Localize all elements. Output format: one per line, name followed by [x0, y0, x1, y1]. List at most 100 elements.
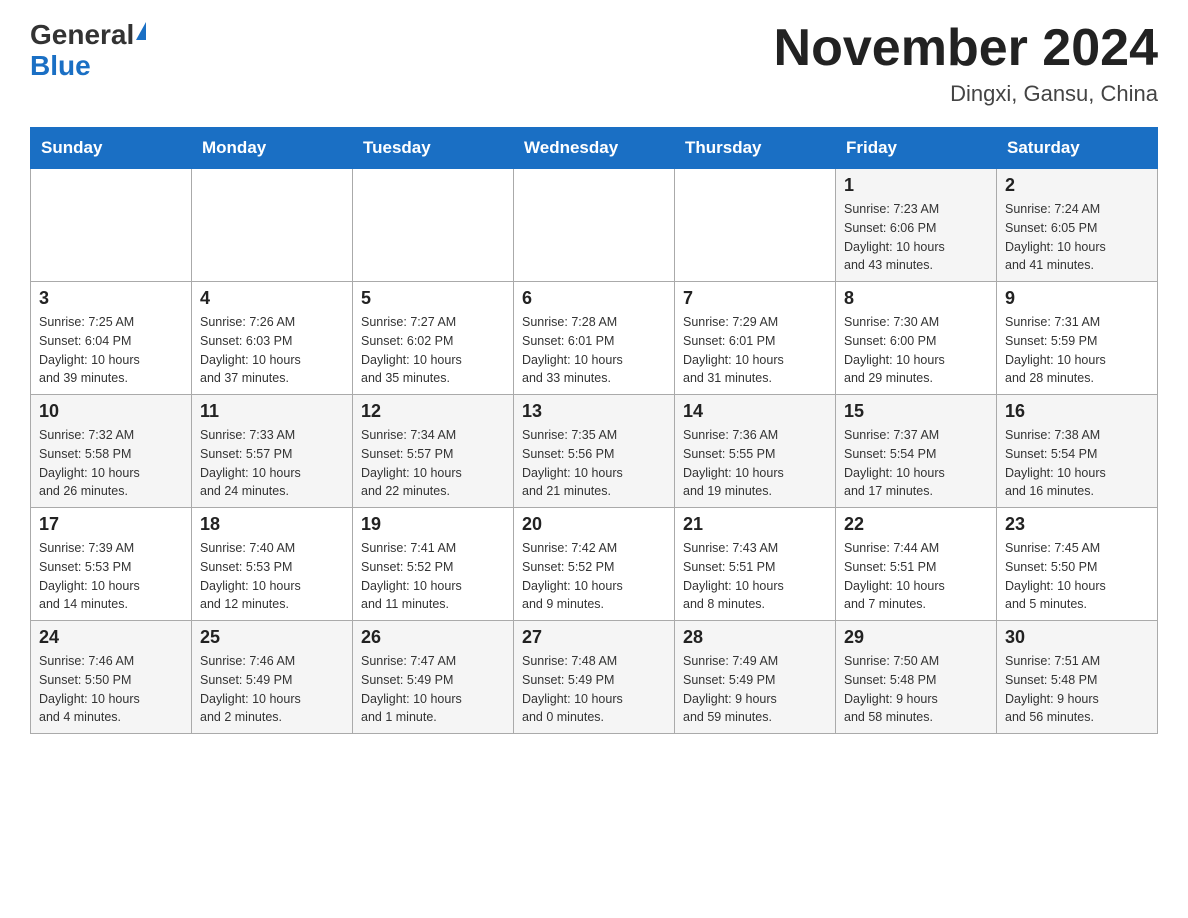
day-number: 30: [1005, 627, 1149, 648]
day-info: Sunrise: 7:25 AM Sunset: 6:04 PM Dayligh…: [39, 313, 183, 388]
day-info: Sunrise: 7:38 AM Sunset: 5:54 PM Dayligh…: [1005, 426, 1149, 501]
calendar-cell: 10 Sunrise: 7:32 AM Sunset: 5:58 PM Dayli…: [31, 395, 192, 508]
calendar-cell: 4Sunrise: 7:26 AM Sunset: 6:03 PM Daylig…: [192, 282, 353, 395]
day-info: Sunrise: 7:36 AM Sunset: 5:55 PM Dayligh…: [683, 426, 827, 501]
day-number: 14: [683, 401, 827, 422]
day-info: Sunrise: 7:28 AM Sunset: 6:01 PM Dayligh…: [522, 313, 666, 388]
day-info: Sunrise: 7:45 AM Sunset: 5:50 PM Dayligh…: [1005, 539, 1149, 614]
day-number: 13: [522, 401, 666, 422]
logo-triangle-icon: [136, 22, 146, 40]
day-number: 27: [522, 627, 666, 648]
calendar-cell: [514, 169, 675, 282]
day-info: Sunrise: 7:42 AM Sunset: 5:52 PM Dayligh…: [522, 539, 666, 614]
calendar-cell: 19 Sunrise: 7:41 AM Sunset: 5:52 PM Dayli…: [353, 508, 514, 621]
calendar-cell: 1Sunrise: 7:23 AM Sunset: 6:06 PM Daylig…: [836, 169, 997, 282]
day-number: 8: [844, 288, 988, 309]
weekday-header-sunday: Sunday: [31, 128, 192, 169]
day-number: 10: [39, 401, 183, 422]
day-info: Sunrise: 7:51 AM Sunset: 5:48 PM Dayligh…: [1005, 652, 1149, 727]
day-number: 25: [200, 627, 344, 648]
day-info: Sunrise: 7:46 AM Sunset: 5:49 PM Dayligh…: [200, 652, 344, 727]
month-title: November 2024: [774, 20, 1158, 77]
calendar-cell: 24 Sunrise: 7:46 AM Sunset: 5:50 PM Dayli…: [31, 621, 192, 734]
calendar-cell: 2 Sunrise: 7:24 AM Sunset: 6:05 PM Daylig…: [997, 169, 1158, 282]
day-number: 19: [361, 514, 505, 535]
calendar-cell: [353, 169, 514, 282]
day-info: Sunrise: 7:48 AM Sunset: 5:49 PM Dayligh…: [522, 652, 666, 727]
day-number: 9: [1005, 288, 1149, 309]
day-info: Sunrise: 7:43 AM Sunset: 5:51 PM Dayligh…: [683, 539, 827, 614]
location-title: Dingxi, Gansu, China: [774, 81, 1158, 107]
day-number: 7: [683, 288, 827, 309]
day-info: Sunrise: 7:34 AM Sunset: 5:57 PM Dayligh…: [361, 426, 505, 501]
calendar-cell: [675, 169, 836, 282]
day-number: 6: [522, 288, 666, 309]
weekday-header-saturday: Saturday: [997, 128, 1158, 169]
calendar-cell: 13 Sunrise: 7:35 AM Sunset: 5:56 PM Dayli…: [514, 395, 675, 508]
calendar-cell: 22 Sunrise: 7:44 AM Sunset: 5:51 PM Dayli…: [836, 508, 997, 621]
day-info: Sunrise: 7:41 AM Sunset: 5:52 PM Dayligh…: [361, 539, 505, 614]
day-number: 22: [844, 514, 988, 535]
calendar-week-row: 17Sunrise: 7:39 AM Sunset: 5:53 PM Dayli…: [31, 508, 1158, 621]
calendar-cell: 3 Sunrise: 7:25 AM Sunset: 6:04 PM Daylig…: [31, 282, 192, 395]
calendar-cell: 7Sunrise: 7:29 AM Sunset: 6:01 PM Daylig…: [675, 282, 836, 395]
calendar-cell: 5 Sunrise: 7:27 AM Sunset: 6:02 PM Daylig…: [353, 282, 514, 395]
day-number: 24: [39, 627, 183, 648]
day-number: 26: [361, 627, 505, 648]
day-number: 18: [200, 514, 344, 535]
day-number: 29: [844, 627, 988, 648]
day-info: Sunrise: 7:39 AM Sunset: 5:53 PM Dayligh…: [39, 539, 183, 614]
logo-general-text: General: [30, 20, 134, 51]
day-info: Sunrise: 7:31 AM Sunset: 5:59 PM Dayligh…: [1005, 313, 1149, 388]
calendar-cell: [192, 169, 353, 282]
day-number: 15: [844, 401, 988, 422]
day-info: Sunrise: 7:33 AM Sunset: 5:57 PM Dayligh…: [200, 426, 344, 501]
day-number: 2: [1005, 175, 1149, 196]
calendar-week-row: 10 Sunrise: 7:32 AM Sunset: 5:58 PM Dayli…: [31, 395, 1158, 508]
calendar-cell: 15 Sunrise: 7:37 AM Sunset: 5:54 PM Dayli…: [836, 395, 997, 508]
calendar-cell: 16 Sunrise: 7:38 AM Sunset: 5:54 PM Dayli…: [997, 395, 1158, 508]
calendar-week-row: 1Sunrise: 7:23 AM Sunset: 6:06 PM Daylig…: [31, 169, 1158, 282]
day-info: Sunrise: 7:35 AM Sunset: 5:56 PM Dayligh…: [522, 426, 666, 501]
day-number: 3: [39, 288, 183, 309]
calendar-week-row: 24 Sunrise: 7:46 AM Sunset: 5:50 PM Dayli…: [31, 621, 1158, 734]
day-number: 4: [200, 288, 344, 309]
day-number: 20: [522, 514, 666, 535]
day-info: Sunrise: 7:47 AM Sunset: 5:49 PM Dayligh…: [361, 652, 505, 727]
day-info: Sunrise: 7:27 AM Sunset: 6:02 PM Dayligh…: [361, 313, 505, 388]
page-header: General Blue November 2024 Dingxi, Gansu…: [30, 20, 1158, 107]
day-info: Sunrise: 7:44 AM Sunset: 5:51 PM Dayligh…: [844, 539, 988, 614]
weekday-header-thursday: Thursday: [675, 128, 836, 169]
calendar-cell: 23 Sunrise: 7:45 AM Sunset: 5:50 PM Dayli…: [997, 508, 1158, 621]
day-number: 16: [1005, 401, 1149, 422]
calendar-cell: 14 Sunrise: 7:36 AM Sunset: 5:55 PM Dayli…: [675, 395, 836, 508]
calendar-table: SundayMondayTuesdayWednesdayThursdayFrid…: [30, 127, 1158, 734]
day-info: Sunrise: 7:37 AM Sunset: 5:54 PM Dayligh…: [844, 426, 988, 501]
weekday-header-monday: Monday: [192, 128, 353, 169]
day-info: Sunrise: 7:24 AM Sunset: 6:05 PM Dayligh…: [1005, 200, 1149, 275]
calendar-cell: 29 Sunrise: 7:50 AM Sunset: 5:48 PM Dayli…: [836, 621, 997, 734]
day-info: Sunrise: 7:46 AM Sunset: 5:50 PM Dayligh…: [39, 652, 183, 727]
calendar-cell: 20 Sunrise: 7:42 AM Sunset: 5:52 PM Dayli…: [514, 508, 675, 621]
title-area: November 2024 Dingxi, Gansu, China: [774, 20, 1158, 107]
day-info: Sunrise: 7:49 AM Sunset: 5:49 PM Dayligh…: [683, 652, 827, 727]
calendar-cell: 11Sunrise: 7:33 AM Sunset: 5:57 PM Dayli…: [192, 395, 353, 508]
day-number: 28: [683, 627, 827, 648]
logo: General Blue: [30, 20, 146, 82]
calendar-cell: 21 Sunrise: 7:43 AM Sunset: 5:51 PM Dayli…: [675, 508, 836, 621]
day-number: 21: [683, 514, 827, 535]
calendar-cell: 26 Sunrise: 7:47 AM Sunset: 5:49 PM Dayli…: [353, 621, 514, 734]
calendar-cell: 28 Sunrise: 7:49 AM Sunset: 5:49 PM Dayli…: [675, 621, 836, 734]
calendar-cell: 9 Sunrise: 7:31 AM Sunset: 5:59 PM Daylig…: [997, 282, 1158, 395]
day-info: Sunrise: 7:32 AM Sunset: 5:58 PM Dayligh…: [39, 426, 183, 501]
calendar-cell: 18 Sunrise: 7:40 AM Sunset: 5:53 PM Dayli…: [192, 508, 353, 621]
calendar-cell: [31, 169, 192, 282]
calendar-cell: 6 Sunrise: 7:28 AM Sunset: 6:01 PM Daylig…: [514, 282, 675, 395]
day-info: Sunrise: 7:50 AM Sunset: 5:48 PM Dayligh…: [844, 652, 988, 727]
day-info: Sunrise: 7:23 AM Sunset: 6:06 PM Dayligh…: [844, 200, 988, 275]
day-info: Sunrise: 7:40 AM Sunset: 5:53 PM Dayligh…: [200, 539, 344, 614]
day-number: 23: [1005, 514, 1149, 535]
day-number: 5: [361, 288, 505, 309]
weekday-header-row: SundayMondayTuesdayWednesdayThursdayFrid…: [31, 128, 1158, 169]
calendar-week-row: 3 Sunrise: 7:25 AM Sunset: 6:04 PM Daylig…: [31, 282, 1158, 395]
